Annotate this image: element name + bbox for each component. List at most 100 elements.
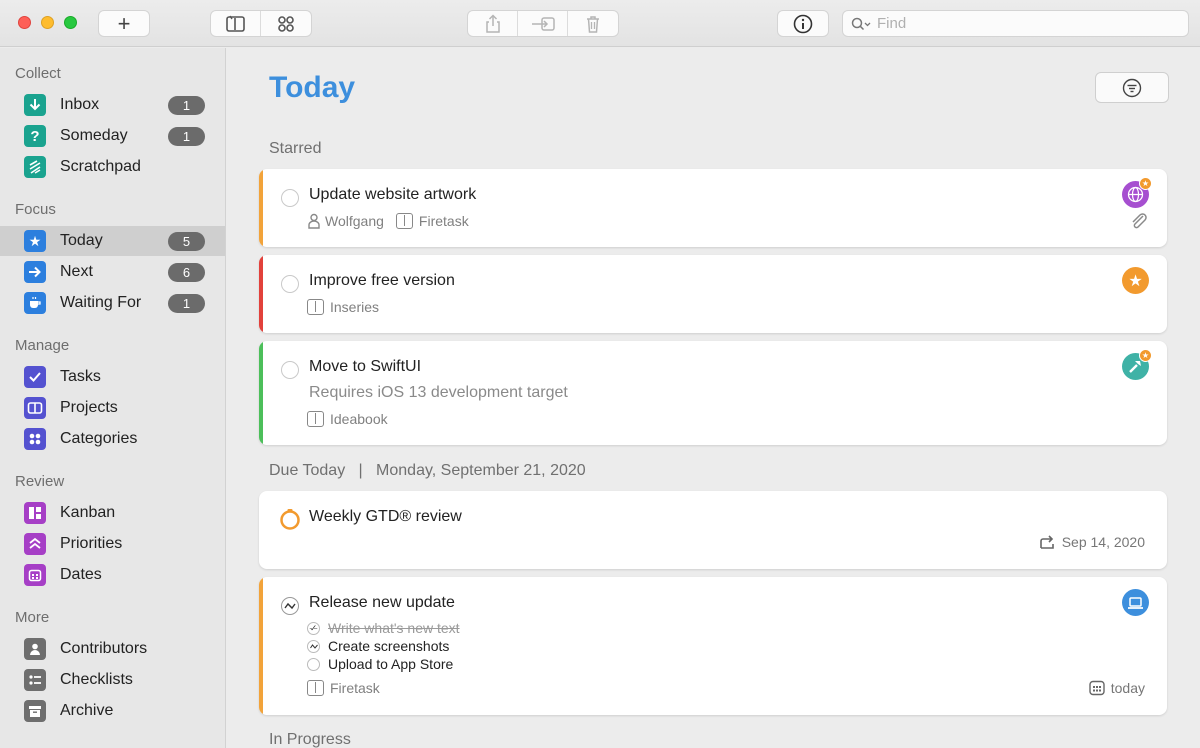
contributor-name: Wolfgang: [325, 213, 384, 229]
categories-view-button[interactable]: [261, 11, 311, 36]
sidebar-section-title: More: [15, 609, 50, 626]
page-title: Today: [269, 71, 356, 104]
task-checkbox[interactable]: [281, 189, 299, 207]
inbox-icon: [24, 94, 46, 116]
sidebar-item-label: Today: [60, 232, 103, 249]
sidebar-item-today[interactable]: ★ Today 5: [0, 226, 225, 256]
task-card[interactable]: Weekly GTD® review Sep 14, 2020: [259, 491, 1167, 569]
priority-stripe: [259, 577, 263, 715]
task-meta: Ideabook: [307, 411, 388, 427]
task-card[interactable]: Improve free version Inseries ★: [259, 255, 1167, 333]
due-today-label: Due Today: [269, 462, 346, 479]
sidebar-section-title: Manage: [15, 337, 70, 354]
sidebar-item-scratchpad[interactable]: Scratchpad: [0, 152, 225, 182]
task-checkbox[interactable]: [281, 275, 299, 293]
subtask-row[interactable]: Create screenshots: [307, 638, 449, 654]
sidebar-item-checklists[interactable]: Checklists: [0, 665, 225, 695]
zoom-window-button[interactable]: [64, 16, 77, 29]
star-badge-icon: ★: [1139, 349, 1152, 362]
in-progress-icon: [284, 602, 296, 610]
task-title: Move to SwiftUI: [309, 358, 422, 375]
task-card[interactable]: Update website artwork Wolfgang Firetask…: [259, 169, 1167, 247]
subtask-label: Upload to App Store: [328, 656, 454, 672]
info-button[interactable]: [777, 10, 829, 37]
count-badge: 6: [168, 262, 205, 282]
subtask-label: Write what's new text: [328, 620, 460, 636]
project-name: Ideabook: [330, 411, 388, 427]
due-date-label: Monday, September 21, 2020: [376, 462, 586, 479]
minimize-window-button[interactable]: [41, 16, 54, 29]
sidebar-item-next[interactable]: Next 6: [0, 257, 225, 287]
repeat-date: Sep 14, 2020: [1061, 534, 1145, 550]
recurring-task-checkbox[interactable]: [279, 508, 301, 530]
project-name: Firetask: [330, 680, 380, 696]
laptop-icon: [1122, 589, 1149, 616]
group-title-in-progress: In Progress: [269, 731, 351, 748]
task-meta: Wolfgang Firetask: [307, 213, 469, 229]
sidebar-item-contributors[interactable]: Contributors: [0, 634, 225, 664]
search-input[interactable]: [877, 15, 1177, 32]
count-badge: 1: [168, 126, 205, 146]
task-title: Weekly GTD® review: [309, 508, 462, 525]
sidebar-item-dates[interactable]: Dates: [0, 560, 225, 590]
sidebar-item-label: Someday: [60, 127, 128, 144]
priority-stripe: [259, 255, 263, 333]
sidebar-item-label: Categories: [60, 430, 138, 447]
action-segmented-control: [467, 10, 619, 37]
project-view-icon: [225, 15, 245, 32]
sidebar-item-categories[interactable]: Categories: [0, 424, 225, 454]
task-title: Update website artwork: [309, 186, 477, 203]
main-content: Today Starred Update website artwork Wol…: [227, 48, 1200, 748]
arrow-right-icon: [24, 261, 46, 283]
info-icon: [793, 14, 813, 33]
project-icon: [307, 299, 324, 315]
sidebar-item-archive[interactable]: Archive: [0, 696, 225, 726]
sidebar-item-label: Projects: [60, 399, 118, 416]
sidebar: Collect Inbox 1 ? Someday 1 Scratchpad F…: [0, 48, 226, 748]
task-meta: Inseries: [307, 299, 379, 315]
sidebar-item-projects[interactable]: Projects: [0, 393, 225, 423]
plus-icon: +: [117, 10, 131, 36]
checkmark-icon[interactable]: ✓: [307, 621, 320, 635]
task-checkbox[interactable]: [281, 361, 299, 379]
scratchpad-icon: [24, 156, 46, 178]
filter-button[interactable]: [1095, 72, 1169, 103]
priorities-icon: [24, 533, 46, 555]
close-window-button[interactable]: [18, 16, 31, 29]
calendar-icon: [1089, 680, 1105, 696]
sidebar-item-inbox[interactable]: Inbox 1: [0, 90, 225, 120]
star-icon: ★: [1122, 267, 1149, 294]
star-badge-icon: ★: [1139, 177, 1152, 190]
share-icon: [485, 13, 500, 33]
sidebar-item-kanban[interactable]: Kanban: [0, 498, 225, 528]
in-progress-icon[interactable]: [307, 639, 320, 653]
delete-button[interactable]: [568, 11, 618, 36]
priority-stripe: [259, 341, 263, 445]
task-card[interactable]: Move to SwiftUI Requires iOS 13 developm…: [259, 341, 1167, 445]
subtask-row[interactable]: ✓ Write what's new text: [307, 620, 460, 636]
project-view-button[interactable]: [211, 11, 261, 36]
task-checkbox-in-progress[interactable]: [281, 597, 299, 615]
kanban-icon: [24, 502, 46, 524]
task-card[interactable]: Release new update ✓ Write what's new te…: [259, 577, 1167, 715]
sidebar-item-waiting-for[interactable]: Waiting For 1: [0, 288, 225, 318]
sidebar-item-priorities[interactable]: Priorities: [0, 529, 225, 559]
search-field[interactable]: [842, 10, 1189, 37]
sidebar-item-label: Kanban: [60, 504, 116, 521]
project-name: Firetask: [418, 213, 469, 229]
question-icon: ?: [24, 125, 46, 147]
add-task-button[interactable]: +: [98, 10, 150, 37]
subtask-checkbox[interactable]: [307, 657, 320, 671]
trash-icon: [587, 15, 599, 33]
contributor-icon: [307, 213, 321, 229]
share-button[interactable]: [468, 11, 518, 36]
subtask-label: Create screenshots: [328, 638, 450, 654]
sidebar-item-tasks[interactable]: Tasks: [0, 362, 225, 392]
categories-icon: [24, 428, 46, 450]
sidebar-item-label: Scratchpad: [60, 158, 141, 175]
move-button[interactable]: [518, 11, 568, 36]
sidebar-item-someday[interactable]: ? Someday 1: [0, 121, 225, 151]
subtask-row[interactable]: Upload to App Store: [307, 656, 453, 672]
grid-icon: [278, 15, 294, 32]
project-icon: [307, 680, 324, 696]
